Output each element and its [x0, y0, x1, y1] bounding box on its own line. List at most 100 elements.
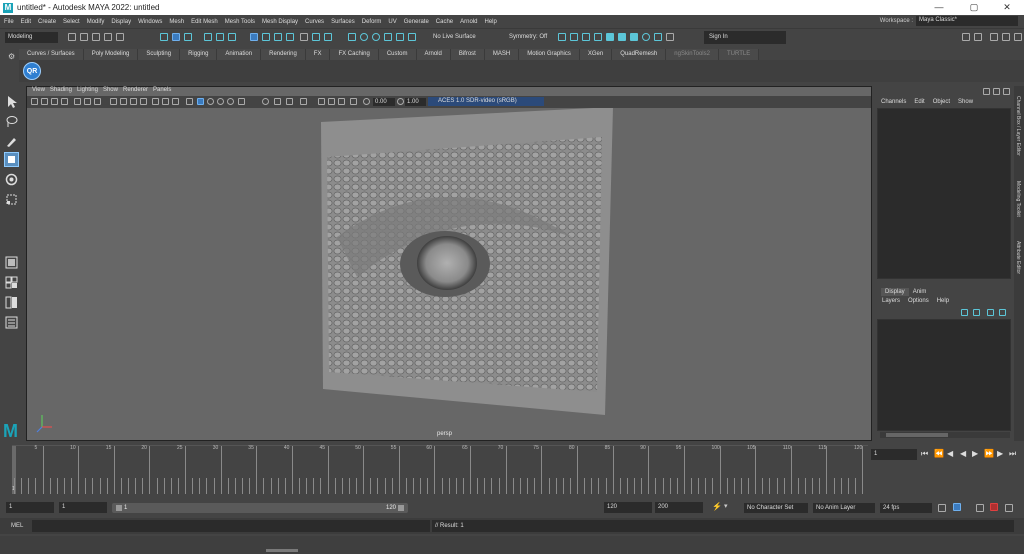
live-surface-field[interactable]: No Live Surface — [433, 34, 476, 40]
menu-cache[interactable]: Cache — [436, 19, 453, 25]
shelf-tab-xgen[interactable]: XGen — [579, 49, 613, 60]
shelf-tab-rigging[interactable]: Rigging — [180, 49, 218, 60]
playback-end-field[interactable]: 120 — [604, 502, 652, 513]
shelf-tab-turtle[interactable]: TURTLE — [718, 49, 760, 60]
menu-help[interactable]: Help — [484, 19, 496, 25]
shelf-tab-ngskintools[interactable]: ngSkinTools2 — [666, 49, 719, 60]
channel-box-list[interactable] — [877, 108, 1011, 279]
paint-select-tool-icon[interactable] — [4, 134, 19, 149]
viewport-menu-lighting[interactable]: Lighting — [77, 87, 98, 96]
safe-action-icon[interactable] — [130, 98, 137, 105]
viewport-menu-renderer[interactable]: Renderer — [123, 87, 148, 96]
camera-select-icon[interactable] — [31, 98, 38, 105]
field-chart-icon[interactable] — [120, 98, 127, 105]
play-forward-icon[interactable]: ▶ — [972, 449, 978, 458]
bifrost-icon[interactable] — [642, 33, 650, 41]
image-plane-icon[interactable] — [61, 98, 68, 105]
shelf-tab-sculpting[interactable]: Sculpting — [138, 49, 181, 60]
animation-start-field[interactable]: 1 — [6, 502, 54, 513]
quadremesh-shelf-button[interactable]: QR — [23, 62, 41, 80]
exposure-field[interactable]: 0.00 — [373, 98, 395, 106]
go-to-end-icon[interactable]: ⏭ — [1009, 449, 1016, 459]
range-slider-right-handle[interactable] — [398, 505, 404, 511]
layer-tab-display[interactable]: Display — [881, 288, 909, 296]
sound-icon[interactable] — [976, 504, 984, 512]
snap-curve-icon[interactable] — [216, 33, 224, 41]
xgen-icon[interactable] — [606, 33, 614, 41]
ambient-occlusion-icon[interactable] — [217, 98, 224, 105]
anim-icon[interactable] — [594, 33, 602, 41]
history-icon[interactable] — [274, 33, 282, 41]
layer-menu-help[interactable]: Help — [937, 298, 949, 304]
shelf-tab-bifrost[interactable]: Bifrost — [450, 49, 485, 60]
select-hierarchy-icon[interactable] — [160, 33, 168, 41]
channel-box-menu-channels[interactable]: Channels — [881, 99, 906, 105]
render-settings-icon[interactable] — [348, 33, 356, 41]
hypershade-icon[interactable] — [360, 33, 368, 41]
shelf-tab-mash[interactable]: MASH — [484, 49, 520, 60]
command-language-toggle[interactable]: MEL — [11, 523, 23, 529]
shadows-icon[interactable] — [207, 98, 214, 105]
menu-windows[interactable]: Windows — [138, 19, 162, 25]
shelf-tab-custom[interactable]: Custom — [378, 49, 417, 60]
grid-toggle-icon[interactable] — [74, 98, 81, 105]
viewport-menu-view[interactable]: View — [32, 87, 45, 96]
viewport-menu-panels[interactable]: Panels — [153, 87, 171, 96]
playback-start-field[interactable]: 1 — [59, 502, 107, 513]
menu-deform[interactable]: Deform — [362, 19, 382, 25]
gate-mask-icon[interactable] — [110, 98, 117, 105]
move-layer-down-icon[interactable] — [973, 309, 980, 316]
new-layer-from-selection-icon[interactable] — [999, 309, 1006, 316]
menu-select[interactable]: Select — [63, 19, 80, 25]
playback-options-icon[interactable] — [953, 503, 961, 511]
menu-mesh-display[interactable]: Mesh Display — [262, 19, 298, 25]
channel-box-layout-icon[interactable] — [993, 88, 1000, 95]
motion-blur-icon[interactable] — [227, 98, 234, 105]
menu-mesh[interactable]: Mesh — [169, 19, 184, 25]
layer-menu-layers[interactable]: Layers — [882, 298, 900, 304]
anim-layer-dropdown[interactable]: No Anim Layer — [813, 503, 875, 513]
isolate-select-icon[interactable] — [262, 98, 269, 105]
go-to-start-icon[interactable]: ⏮ — [921, 449, 928, 459]
menu-set-dropdown[interactable]: Modeling — [5, 32, 58, 43]
menu-file[interactable]: File — [4, 19, 14, 25]
layer-menu-options[interactable]: Options — [908, 298, 929, 304]
channel-box-icon[interactable] — [1002, 33, 1010, 41]
viewport-menu-shading[interactable]: Shading — [50, 87, 72, 96]
smooth-shade-icon[interactable] — [162, 98, 169, 105]
lock-icon[interactable] — [300, 33, 308, 41]
channel-box-menu-show[interactable]: Show — [958, 99, 973, 105]
new-scene-icon[interactable] — [68, 33, 76, 41]
menu-curves[interactable]: Curves — [305, 19, 324, 25]
attribute-editor-icon[interactable] — [974, 33, 982, 41]
move-tool-icon[interactable] — [4, 152, 19, 167]
redo-icon[interactable] — [116, 33, 124, 41]
channel-box-menu-object[interactable]: Object — [933, 99, 950, 105]
range-slider-left-handle[interactable] — [116, 505, 122, 511]
color-icon[interactable] — [630, 33, 638, 41]
dof-icon[interactable] — [338, 98, 345, 105]
light-editor-icon[interactable] — [396, 33, 404, 41]
hud-icon[interactable] — [350, 98, 357, 105]
film-gate-icon[interactable] — [84, 98, 91, 105]
menu-uv[interactable]: UV — [388, 19, 396, 25]
snapshot-icon[interactable] — [582, 33, 590, 41]
select-tool-icon[interactable] — [4, 94, 19, 109]
viewport-menu-show[interactable]: Show — [103, 87, 118, 96]
resolution-gate-icon[interactable] — [94, 98, 101, 105]
step-back-key-icon[interactable]: ⏪ — [934, 449, 944, 458]
fps-dropdown[interactable]: 24 fps — [880, 503, 932, 513]
auto-key-icon[interactable]: ⚡ — [712, 503, 722, 511]
range-slider[interactable]: 1 120 — [112, 503, 408, 513]
camera-icon[interactable] — [570, 33, 578, 41]
uv-editor-icon[interactable] — [654, 33, 662, 41]
minimize-button[interactable]: — — [922, 0, 956, 15]
shelf-tab-motion-graphics[interactable]: Motion Graphics — [519, 49, 580, 60]
pause-icon[interactable] — [666, 33, 674, 41]
shelf-tab-fx[interactable]: FX — [305, 49, 331, 60]
preferences-icon[interactable] — [1005, 504, 1013, 512]
current-frame-field[interactable]: 1 — [871, 449, 917, 460]
textured-icon[interactable] — [186, 98, 193, 105]
ssao-icon[interactable] — [318, 98, 325, 105]
channel-box-menu-edit[interactable]: Edit — [914, 99, 924, 105]
